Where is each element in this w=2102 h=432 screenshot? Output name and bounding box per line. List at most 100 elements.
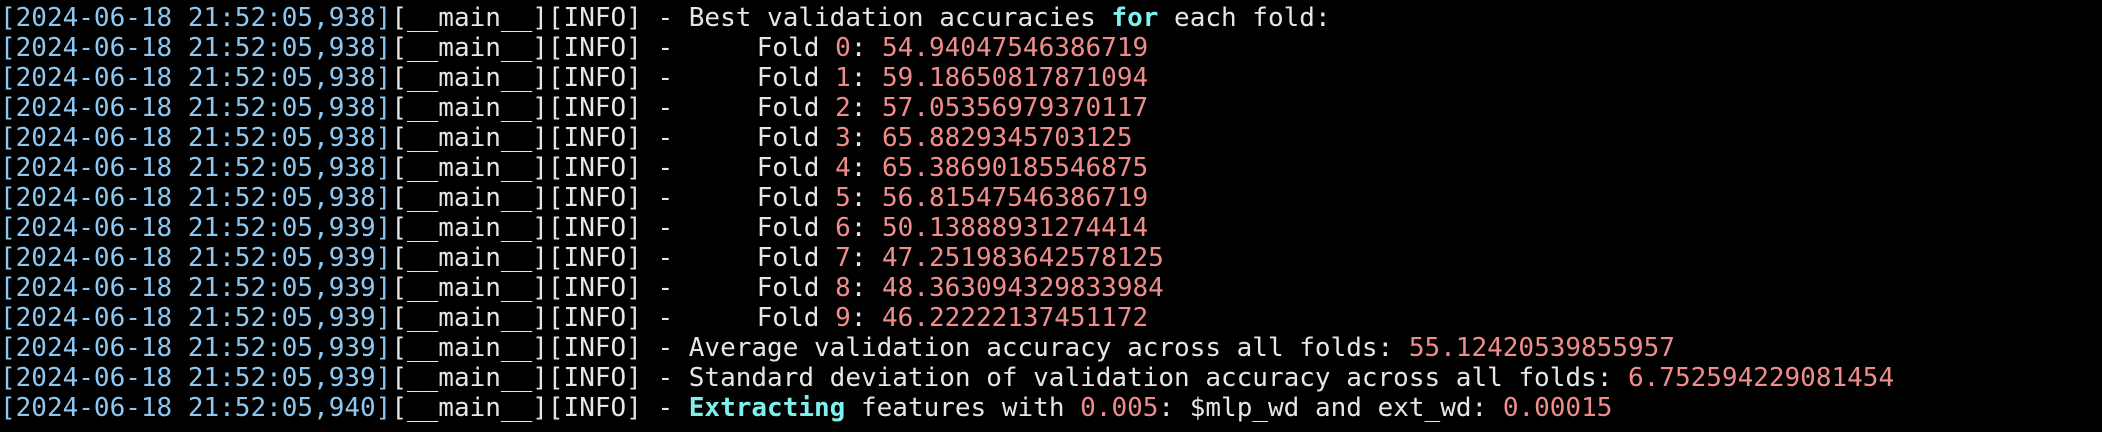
log-timestamp: [2024-06-18 21:52:05,938] <box>0 3 392 33</box>
fold-index: 9 <box>835 303 851 333</box>
fold-accuracy-value: 56.81547546386719 <box>882 183 1149 213</box>
log-timestamp: [2024-06-18 21:52:05,940] <box>0 393 392 423</box>
fold-label: Fold <box>756 183 836 213</box>
log-colon: : <box>850 93 883 123</box>
log-colon: : <box>850 183 883 213</box>
log-separator: - <box>641 123 689 153</box>
log-message-text: features with <box>845 393 1081 423</box>
log-colon: : <box>850 243 883 273</box>
log-colon: : <box>1377 333 1409 363</box>
log-module: [__main__] <box>391 213 548 243</box>
log-separator: - <box>641 363 689 393</box>
log-line: [2024-06-18 21:52:05,939] [__main__] [INFO… <box>0 273 1894 303</box>
fold-label: Fold <box>756 153 836 183</box>
log-colon: : <box>1158 393 1190 423</box>
fold-accuracy-value: 59.18650817871094 <box>882 63 1149 93</box>
fold-label: Fold <box>756 63 836 93</box>
log-timestamp: [2024-06-18 21:52:05,938] <box>0 63 392 93</box>
fold-label: Fold <box>756 243 836 273</box>
log-level: [INFO] <box>547 63 642 93</box>
fold-index: 6 <box>835 213 851 243</box>
log-colon: : <box>850 153 883 183</box>
log-line: [2024-06-18 21:52:05,940] [__main__] [INFO… <box>0 393 1894 423</box>
log-timestamp: [2024-06-18 21:52:05,939] <box>0 333 392 363</box>
log-module: [__main__] <box>391 123 548 153</box>
log-colon: : <box>850 63 883 93</box>
fold-label: Fold <box>756 213 836 243</box>
log-module: [__main__] <box>391 363 548 393</box>
fold-label: Fold <box>756 93 836 123</box>
log-line: [2024-06-18 21:52:05,938] [__main__] [INFO… <box>0 63 1894 93</box>
log-timestamp: [2024-06-18 21:52:05,938] <box>0 123 392 153</box>
log-line: [2024-06-18 21:52:05,938] [__main__] [INFO… <box>0 33 1894 63</box>
fold-label: Fold <box>756 33 836 63</box>
log-module: [__main__] <box>391 33 548 63</box>
log-colon: : <box>850 273 883 303</box>
log-line: [2024-06-18 21:52:05,938] [__main__] [INFO… <box>0 183 1894 213</box>
log-message-text: Standard deviation of validation accurac… <box>688 363 1597 393</box>
fold-label: Fold <box>756 123 836 153</box>
log-message-text: $mlp_wd and ext_wd <box>1189 393 1472 423</box>
log-module: [__main__] <box>391 63 548 93</box>
log-message-text: Best validation accuracies <box>688 3 1112 33</box>
fold-index: 0 <box>835 33 851 63</box>
log-timestamp: [2024-06-18 21:52:05,938] <box>0 183 392 213</box>
log-separator: - <box>641 63 689 93</box>
fold-index: 8 <box>835 273 851 303</box>
terminal-window[interactable]: [2024-06-18 21:52:05,938] [__main__] [INFO… <box>0 0 2102 432</box>
log-colon: : <box>1471 393 1503 423</box>
log-module: [__main__] <box>391 153 548 183</box>
fold-index: 5 <box>835 183 851 213</box>
log-separator: - <box>641 273 689 303</box>
log-level: [INFO] <box>547 123 642 153</box>
fold-accuracy-value: 48.363094329833984 <box>882 273 1164 303</box>
fold-accuracy-value: 65.38690185546875 <box>882 153 1149 183</box>
fold-accuracy-value: 54.94047546386719 <box>882 33 1149 63</box>
log-separator: - <box>641 393 689 423</box>
log-line: [2024-06-18 21:52:05,939] [__main__] [INFO… <box>0 333 1894 363</box>
log-level: [INFO] <box>547 243 642 273</box>
log-level: [INFO] <box>547 273 642 303</box>
log-level: [INFO] <box>547 183 642 213</box>
fold-accuracy-value: 65.8829345703125 <box>882 123 1133 153</box>
fold-label: Fold <box>756 273 836 303</box>
fold-index: 7 <box>835 243 851 273</box>
log-timestamp: [2024-06-18 21:52:05,938] <box>0 153 392 183</box>
fold-accuracy-value: 50.13888931274414 <box>882 213 1149 243</box>
log-line: [2024-06-18 21:52:05,939] [__main__] [INFO… <box>0 243 1894 273</box>
log-timestamp: [2024-06-18 21:52:05,938] <box>0 93 392 123</box>
log-level: [INFO] <box>547 93 642 123</box>
log-module: [__main__] <box>391 93 548 123</box>
log-timestamp: [2024-06-18 21:52:05,939] <box>0 243 392 273</box>
weight-decay-value: 0.00015 <box>1502 393 1613 423</box>
log-module: [__main__] <box>391 393 548 423</box>
log-message-text: Average validation accuracy across all f… <box>688 333 1378 363</box>
log-level: [INFO] <box>547 363 642 393</box>
lr-value: 0.005 <box>1080 393 1159 423</box>
fold-index: 3 <box>835 123 851 153</box>
log-line: [2024-06-18 21:52:05,939] [__main__] [INFO… <box>0 303 1894 333</box>
log-message-text: each fold <box>1158 3 1315 33</box>
log-timestamp: [2024-06-18 21:52:05,939] <box>0 213 392 243</box>
log-timestamp: [2024-06-18 21:52:05,939] <box>0 273 392 303</box>
log-separator: - <box>641 333 689 363</box>
log-level: [INFO] <box>547 33 642 63</box>
fold-index: 1 <box>835 63 851 93</box>
log-separator: - <box>641 213 689 243</box>
fold-accuracy-value: 47.251983642578125 <box>882 243 1164 273</box>
log-level: [INFO] <box>547 333 642 363</box>
log-line: [2024-06-18 21:52:05,938] [__main__] [INFO… <box>0 93 1894 123</box>
average-accuracy-value: 55.12420539855957 <box>1408 333 1675 363</box>
log-module: [__main__] <box>391 273 548 303</box>
log-timestamp: [2024-06-18 21:52:05,939] <box>0 363 392 393</box>
fold-accuracy-value: 57.05356979370117 <box>882 93 1149 123</box>
log-module: [__main__] <box>391 3 548 33</box>
fold-index: 4 <box>835 153 851 183</box>
log-separator: - <box>641 243 689 273</box>
log-colon: : <box>1314 3 1331 33</box>
log-line: [2024-06-18 21:52:05,938] [__main__] [INFO… <box>0 3 1894 33</box>
std-accuracy-value: 6.752594229081454 <box>1628 363 1895 393</box>
log-colon: : <box>850 33 883 63</box>
log-module: [__main__] <box>391 303 548 333</box>
log-separator: - <box>641 93 689 123</box>
